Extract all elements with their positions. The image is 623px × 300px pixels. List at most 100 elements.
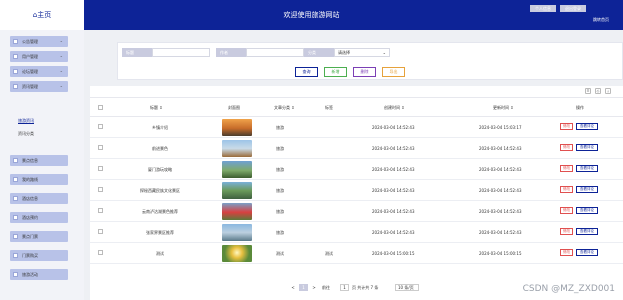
row-tag: 测试 (325, 251, 333, 256)
edit-button[interactable]: 修改 (560, 186, 573, 193)
sidebar-group-label: 门票购买 (22, 253, 38, 258)
top-header: 欢迎使用旅游网站 个人信息 退出登录 跳转首页 (0, 0, 623, 30)
page-size-select[interactable]: 10 条/页 (395, 284, 419, 291)
sidebar-group-label: 资讯管理 (22, 84, 38, 89)
home-logo[interactable]: ⌂主页 (0, 0, 84, 30)
data-table: ☰ ⎙ ⤓ 标题 ⇕ 封面图 文章分类 ⇕ 标签 创建时间 ⇕ 更新时间 ⇕ 操… (90, 86, 623, 300)
menu-icon (13, 84, 18, 89)
sidebar-group[interactable]: 用户管理 ⌄ (10, 51, 68, 62)
row-category: 旅游 (276, 230, 284, 235)
sidebar-group-label: 旅游活动 (22, 272, 38, 277)
goto-input[interactable]: 1 (340, 284, 349, 291)
export-icon[interactable]: ⤓ (605, 88, 611, 94)
edit-button[interactable]: 修改 (560, 123, 573, 130)
sidebar-group[interactable]: 资讯管理 ⌄ (10, 81, 68, 92)
col-cover: 封面图 (228, 105, 240, 110)
filter-icon[interactable]: ☰ (585, 88, 591, 94)
logout-button[interactable]: 退出登录 (560, 5, 586, 12)
sidebar-subitem[interactable]: 旅游资讯 (18, 118, 34, 124)
sidebar-group-label: 景点信息 (22, 158, 38, 163)
cover-image (222, 182, 252, 199)
sidebar-group[interactable]: 论坛管理 ⌄ (10, 66, 68, 77)
sidebar-group[interactable]: 门票购买 (10, 250, 68, 261)
view-comments-button[interactable]: 查看评论 (576, 249, 598, 256)
delete-button[interactable]: 删除 (353, 67, 376, 77)
chevron-down-icon: ⌄ (59, 38, 63, 43)
col-actions: 操作 (576, 105, 584, 110)
author-input[interactable] (246, 48, 304, 57)
next-page-button[interactable]: > (311, 284, 317, 291)
sidebar-group-label: 酒店信息 (22, 196, 38, 201)
view-comments-button[interactable]: 查看评论 (576, 123, 598, 130)
sidebar-group-label: 酒店预约 (22, 215, 38, 220)
col-tag: 标签 (325, 105, 333, 110)
goto-label: 前往 (322, 285, 330, 290)
edit-button[interactable]: 修改 (560, 165, 573, 172)
title-input[interactable] (152, 48, 210, 57)
row-updated: 2024-03-04 14:52:43 (479, 209, 522, 214)
edit-button[interactable]: 修改 (560, 249, 573, 256)
main-content: 标题 作者 分类 请选择 ⌄ 查询 新增 删除 导出 ☰ ⎙ ⤓ 标题 ⇕ 封面… (84, 30, 623, 300)
cover-image (222, 203, 252, 220)
sidebar-group[interactable]: 酒店预约 (10, 212, 68, 223)
menu-icon (13, 39, 18, 44)
menu-icon (13, 54, 18, 59)
row-updated: 2024-03-04 15:00:15 (479, 251, 522, 256)
view-comments-button[interactable]: 查看评论 (576, 165, 598, 172)
sidebar-group-label: 论坛管理 (22, 69, 38, 74)
cover-image (222, 140, 252, 157)
add-button[interactable]: 新增 (324, 67, 347, 77)
table-row: 探秘西藏民族文化景区 旅游 2024-03-04 14:52:43 2024-0… (90, 180, 623, 201)
col-updated[interactable]: 更新时间 ⇕ (493, 105, 514, 111)
row-updated: 2024-03-04 14:52:43 (479, 146, 522, 151)
table-row: 厦门游玩攻略 旅游 2024-03-04 14:52:43 2024-03-04… (90, 159, 623, 180)
print-icon[interactable]: ⎙ (595, 88, 601, 94)
cover-image (222, 245, 252, 262)
query-button[interactable]: 查询 (295, 67, 318, 77)
sidebar-group[interactable]: 我的路线 (10, 174, 68, 185)
col-category[interactable]: 文章分类 ⇕ (274, 105, 295, 111)
view-comments-button[interactable]: 查看评论 (576, 228, 598, 235)
view-comments-button[interactable]: 查看评论 (576, 207, 598, 214)
col-title[interactable]: 标题 ⇕ (150, 105, 163, 111)
row-category: 旅游 (276, 209, 284, 214)
cover-image (222, 119, 252, 136)
home-link[interactable]: 跳转首页 (593, 17, 609, 23)
edit-button[interactable]: 修改 (560, 207, 573, 214)
view-comments-button[interactable]: 查看评论 (576, 186, 598, 193)
category-select[interactable]: 请选择 ⌄ (334, 48, 390, 57)
row-category: 旅游 (276, 167, 284, 172)
category-label: 分类 (304, 48, 334, 57)
row-title: 云南泸沽湖景色推荐 (142, 209, 178, 214)
current-page[interactable]: 1 (299, 284, 308, 291)
sidebar-group-label: 景点门票 (22, 234, 38, 239)
row-category: 测试 (276, 251, 284, 256)
menu-icon (13, 158, 18, 163)
select-all-checkbox[interactable] (98, 105, 103, 110)
sidebar: ⌂主页 公告管理 ⌄ 用户管理 ⌄ 论坛管理 ⌄ 资讯管理 ⌄ 旅游资讯 资讯分类 景点信息 我的… (0, 0, 84, 300)
category-value: 请选择 (338, 50, 350, 55)
row-category: 旅游 (276, 146, 284, 151)
prev-page-button[interactable]: < (290, 284, 296, 291)
sidebar-group[interactable]: 公告管理 ⌄ (10, 36, 68, 47)
sidebar-group-label: 我的路线 (22, 177, 38, 182)
col-created[interactable]: 创建时间 ⇕ (384, 105, 405, 111)
export-button[interactable]: 导出 (382, 67, 405, 77)
sidebar-group[interactable]: 旅游活动 (10, 269, 68, 280)
edit-button[interactable]: 修改 (560, 228, 573, 235)
sidebar-subitem[interactable]: 资讯分类 (18, 131, 34, 137)
chevron-down-icon: ⌄ (59, 68, 63, 73)
row-title: 探秘西藏民族文化景区 (140, 188, 180, 193)
row-updated: 2024-03-04 15:03:17 (479, 125, 522, 130)
edit-button[interactable]: 修改 (560, 144, 573, 151)
menu-icon (13, 272, 18, 277)
profile-button[interactable]: 个人信息 (530, 5, 556, 12)
menu-icon (13, 177, 18, 182)
view-comments-button[interactable]: 查看评论 (576, 144, 598, 151)
sidebar-group[interactable]: 景点信息 (10, 155, 68, 166)
table-row: 乡镇介绍 旅游 2024-03-04 14:52:43 2024-03-04 1… (90, 117, 623, 138)
sidebar-group[interactable]: 景点门票 (10, 231, 68, 242)
row-category: 旅游 (276, 188, 284, 193)
sidebar-group[interactable]: 酒店信息 (10, 193, 68, 204)
row-title: 张家界景区推荐 (146, 230, 174, 235)
